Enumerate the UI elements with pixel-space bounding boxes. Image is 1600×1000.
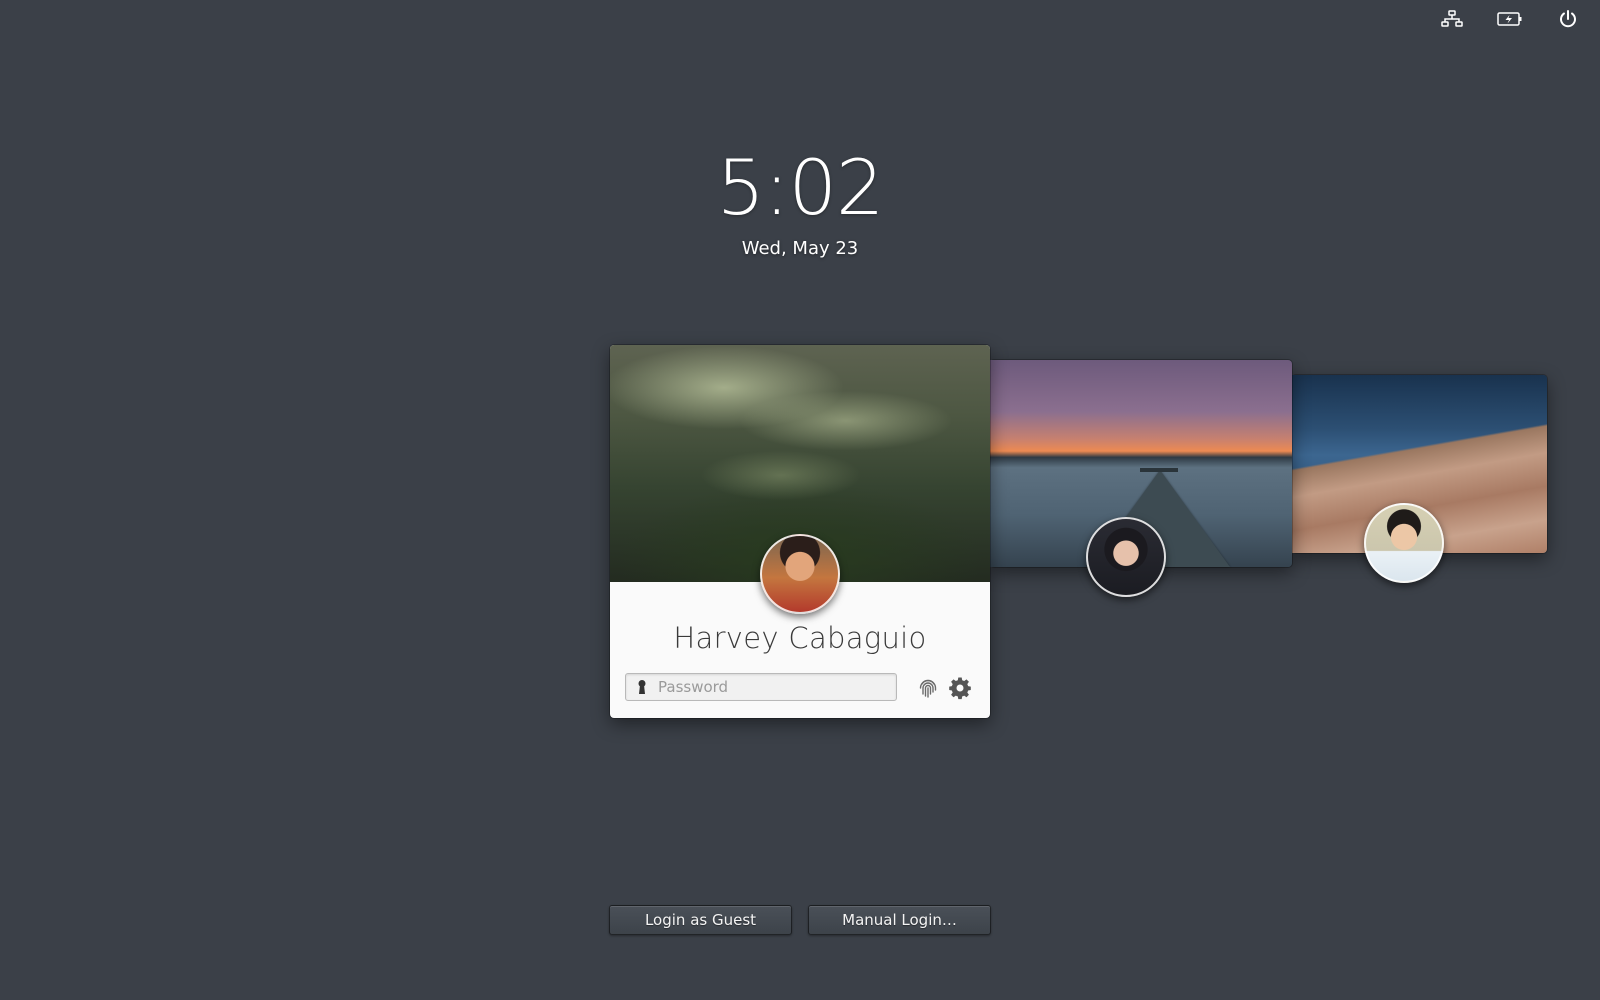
user-card-2[interactable] bbox=[990, 360, 1292, 597]
fingerprint-button[interactable] bbox=[917, 677, 939, 699]
power-indicator[interactable] bbox=[1554, 8, 1582, 30]
clock-date: Wed, May 23 bbox=[741, 238, 859, 259]
clock-time: 5:02 bbox=[716, 143, 885, 232]
pier-end bbox=[1140, 468, 1178, 472]
session-settings-button[interactable] bbox=[948, 676, 972, 700]
keyhole-icon bbox=[634, 679, 650, 695]
gear-icon bbox=[948, 677, 972, 704]
network-wired-icon bbox=[1441, 10, 1463, 28]
greeter-screen: 5:02 Wed, May 23 Harvey Cabaguio Login a… bbox=[0, 0, 1600, 1000]
bottom-actions: Login as Guest Manual Login… bbox=[609, 905, 991, 935]
login-as-guest-button[interactable]: Login as Guest bbox=[609, 905, 792, 935]
battery-charging-icon bbox=[1497, 11, 1523, 27]
battery-indicator[interactable] bbox=[1496, 8, 1524, 30]
user-avatar-3[interactable] bbox=[1364, 503, 1444, 583]
password-field[interactable] bbox=[625, 673, 897, 701]
system-indicators bbox=[1438, 8, 1582, 30]
clock: 5:02 Wed, May 23 bbox=[600, 140, 1000, 259]
user-avatar-2[interactable] bbox=[1086, 517, 1166, 597]
user-avatar-harvey bbox=[760, 534, 840, 614]
power-icon bbox=[1558, 9, 1578, 29]
network-indicator[interactable] bbox=[1438, 8, 1466, 30]
manual-login-button[interactable]: Manual Login… bbox=[808, 905, 991, 935]
password-input[interactable] bbox=[656, 677, 890, 697]
user-card-selected: Harvey Cabaguio bbox=[610, 345, 990, 718]
fingerprint-icon bbox=[917, 679, 939, 703]
user-name: Harvey Cabaguio bbox=[673, 621, 927, 655]
user-card-3[interactable] bbox=[1292, 375, 1547, 583]
